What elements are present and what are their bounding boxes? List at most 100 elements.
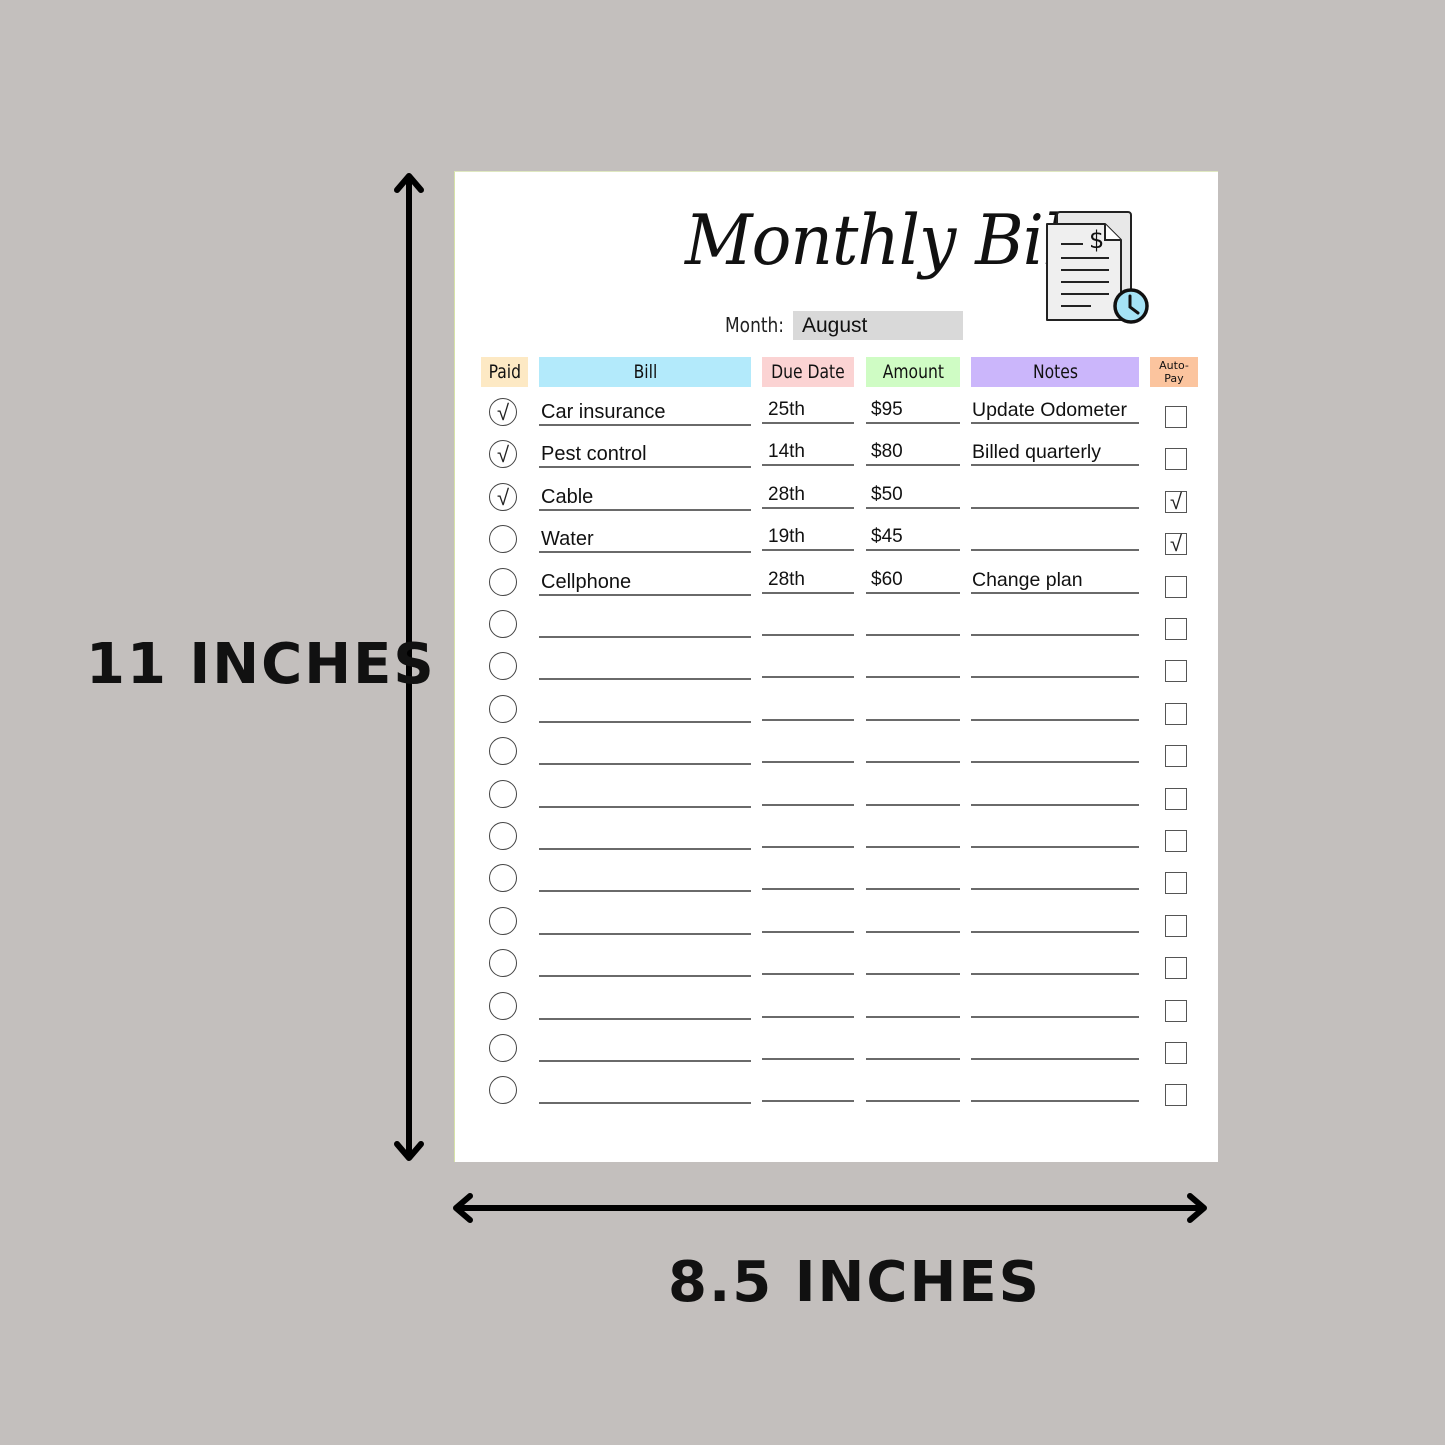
bill-field[interactable]: Car insurance — [539, 400, 751, 426]
amount-field[interactable]: $45 — [866, 525, 960, 552]
notes-field[interactable] — [971, 949, 1139, 976]
paid-toggle[interactable] — [489, 1076, 517, 1105]
notes-field[interactable] — [971, 483, 1139, 509]
autopay-checkbox[interactable] — [1165, 1042, 1187, 1064]
bill-field[interactable]: Cable — [539, 485, 751, 511]
due-date-field[interactable]: 28th — [762, 483, 854, 509]
autopay-checkbox[interactable] — [1165, 787, 1187, 810]
due-date-field[interactable] — [762, 1034, 854, 1060]
due-date-field[interactable]: 19th — [762, 525, 854, 552]
bill-field[interactable]: Water — [539, 527, 751, 554]
autopay-checkbox[interactable] — [1165, 872, 1187, 895]
autopay-checkbox[interactable] — [1165, 702, 1187, 725]
due-date-field[interactable] — [762, 992, 854, 1018]
amount-field[interactable] — [866, 1076, 960, 1103]
amount-field[interactable] — [866, 992, 960, 1018]
bill-field[interactable] — [539, 654, 751, 681]
amount-field[interactable] — [866, 780, 960, 806]
amount-field[interactable] — [866, 822, 960, 848]
notes-field[interactable] — [971, 525, 1139, 552]
due-date-field[interactable] — [762, 737, 854, 764]
paid-toggle[interactable] — [489, 610, 517, 638]
bill-field[interactable] — [539, 697, 751, 723]
paid-toggle[interactable] — [489, 779, 517, 808]
notes-field[interactable] — [971, 907, 1139, 933]
autopay-checkbox[interactable] — [1165, 575, 1187, 598]
notes-field[interactable] — [971, 780, 1139, 806]
bill-field[interactable]: Pest control — [539, 442, 751, 469]
notes-field[interactable] — [971, 992, 1139, 1018]
paid-toggle[interactable] — [489, 906, 517, 935]
paid-toggle[interactable] — [489, 822, 517, 850]
paid-toggle[interactable] — [489, 949, 517, 978]
bill-field[interactable] — [539, 612, 751, 638]
autopay-checkbox[interactable]: √ — [1165, 490, 1187, 513]
autopay-checkbox[interactable]: √ — [1165, 533, 1187, 556]
bill-field[interactable] — [539, 909, 751, 935]
notes-field[interactable] — [971, 1034, 1139, 1060]
amount-field[interactable]: $95 — [866, 398, 960, 424]
notes-field[interactable] — [971, 610, 1139, 636]
paid-toggle[interactable]: √ — [489, 398, 517, 426]
bill-field[interactable] — [539, 782, 751, 808]
paid-toggle[interactable]: √ — [489, 440, 517, 469]
due-date-field[interactable]: 28th — [762, 568, 854, 594]
notes-field[interactable]: Change plan — [971, 568, 1139, 594]
paid-toggle[interactable] — [489, 737, 517, 766]
due-date-field[interactable] — [762, 864, 854, 891]
amount-field[interactable] — [866, 1034, 960, 1060]
notes-field[interactable] — [971, 864, 1139, 891]
paid-toggle[interactable] — [489, 694, 517, 723]
bill-field[interactable] — [539, 739, 751, 766]
autopay-checkbox[interactable] — [1165, 406, 1187, 428]
amount-field[interactable] — [866, 949, 960, 976]
bill-field[interactable] — [539, 1036, 751, 1062]
due-date-field[interactable] — [762, 652, 854, 679]
month-field[interactable]: August — [793, 311, 963, 340]
autopay-checkbox[interactable] — [1165, 957, 1187, 980]
paid-toggle[interactable] — [489, 525, 517, 554]
autopay-checkbox[interactable] — [1165, 660, 1187, 683]
due-date-field[interactable] — [762, 822, 854, 848]
bill-field[interactable] — [539, 1078, 751, 1105]
autopay-checkbox[interactable] — [1165, 1084, 1187, 1107]
amount-field[interactable] — [866, 652, 960, 679]
bill-field[interactable] — [539, 866, 751, 893]
notes-field[interactable] — [971, 652, 1139, 679]
paid-toggle[interactable] — [489, 991, 517, 1020]
autopay-checkbox[interactable] — [1165, 618, 1187, 640]
bill-field[interactable] — [539, 994, 751, 1020]
autopay-checkbox[interactable] — [1165, 745, 1187, 768]
paid-toggle[interactable] — [489, 567, 517, 596]
bill-field[interactable]: Cellphone — [539, 570, 751, 596]
amount-field[interactable] — [866, 695, 960, 721]
amount-field[interactable] — [866, 907, 960, 933]
autopay-checkbox[interactable] — [1165, 830, 1187, 852]
amount-field[interactable] — [866, 610, 960, 636]
amount-field[interactable]: $50 — [866, 483, 960, 509]
due-date-field[interactable]: 25th — [762, 398, 854, 424]
paid-toggle[interactable]: √ — [489, 482, 517, 511]
paid-toggle[interactable] — [489, 1034, 517, 1062]
autopay-checkbox[interactable] — [1165, 448, 1187, 471]
bill-field[interactable] — [539, 951, 751, 978]
due-date-field[interactable] — [762, 780, 854, 806]
notes-field[interactable] — [971, 737, 1139, 764]
notes-field[interactable]: Update Odometer — [971, 398, 1139, 424]
paid-toggle[interactable] — [489, 652, 517, 681]
due-date-field[interactable] — [762, 695, 854, 721]
paid-toggle[interactable] — [489, 864, 517, 893]
amount-field[interactable]: $60 — [866, 568, 960, 594]
amount-field[interactable] — [866, 864, 960, 891]
amount-field[interactable] — [866, 737, 960, 764]
autopay-checkbox[interactable] — [1165, 999, 1187, 1022]
notes-field[interactable]: Billed quarterly — [971, 440, 1139, 467]
due-date-field[interactable] — [762, 907, 854, 933]
due-date-field[interactable] — [762, 1076, 854, 1103]
due-date-field[interactable] — [762, 610, 854, 636]
autopay-checkbox[interactable] — [1165, 914, 1187, 937]
due-date-field[interactable]: 14th — [762, 440, 854, 467]
amount-field[interactable]: $80 — [866, 440, 960, 467]
notes-field[interactable] — [971, 1076, 1139, 1103]
notes-field[interactable] — [971, 695, 1139, 721]
